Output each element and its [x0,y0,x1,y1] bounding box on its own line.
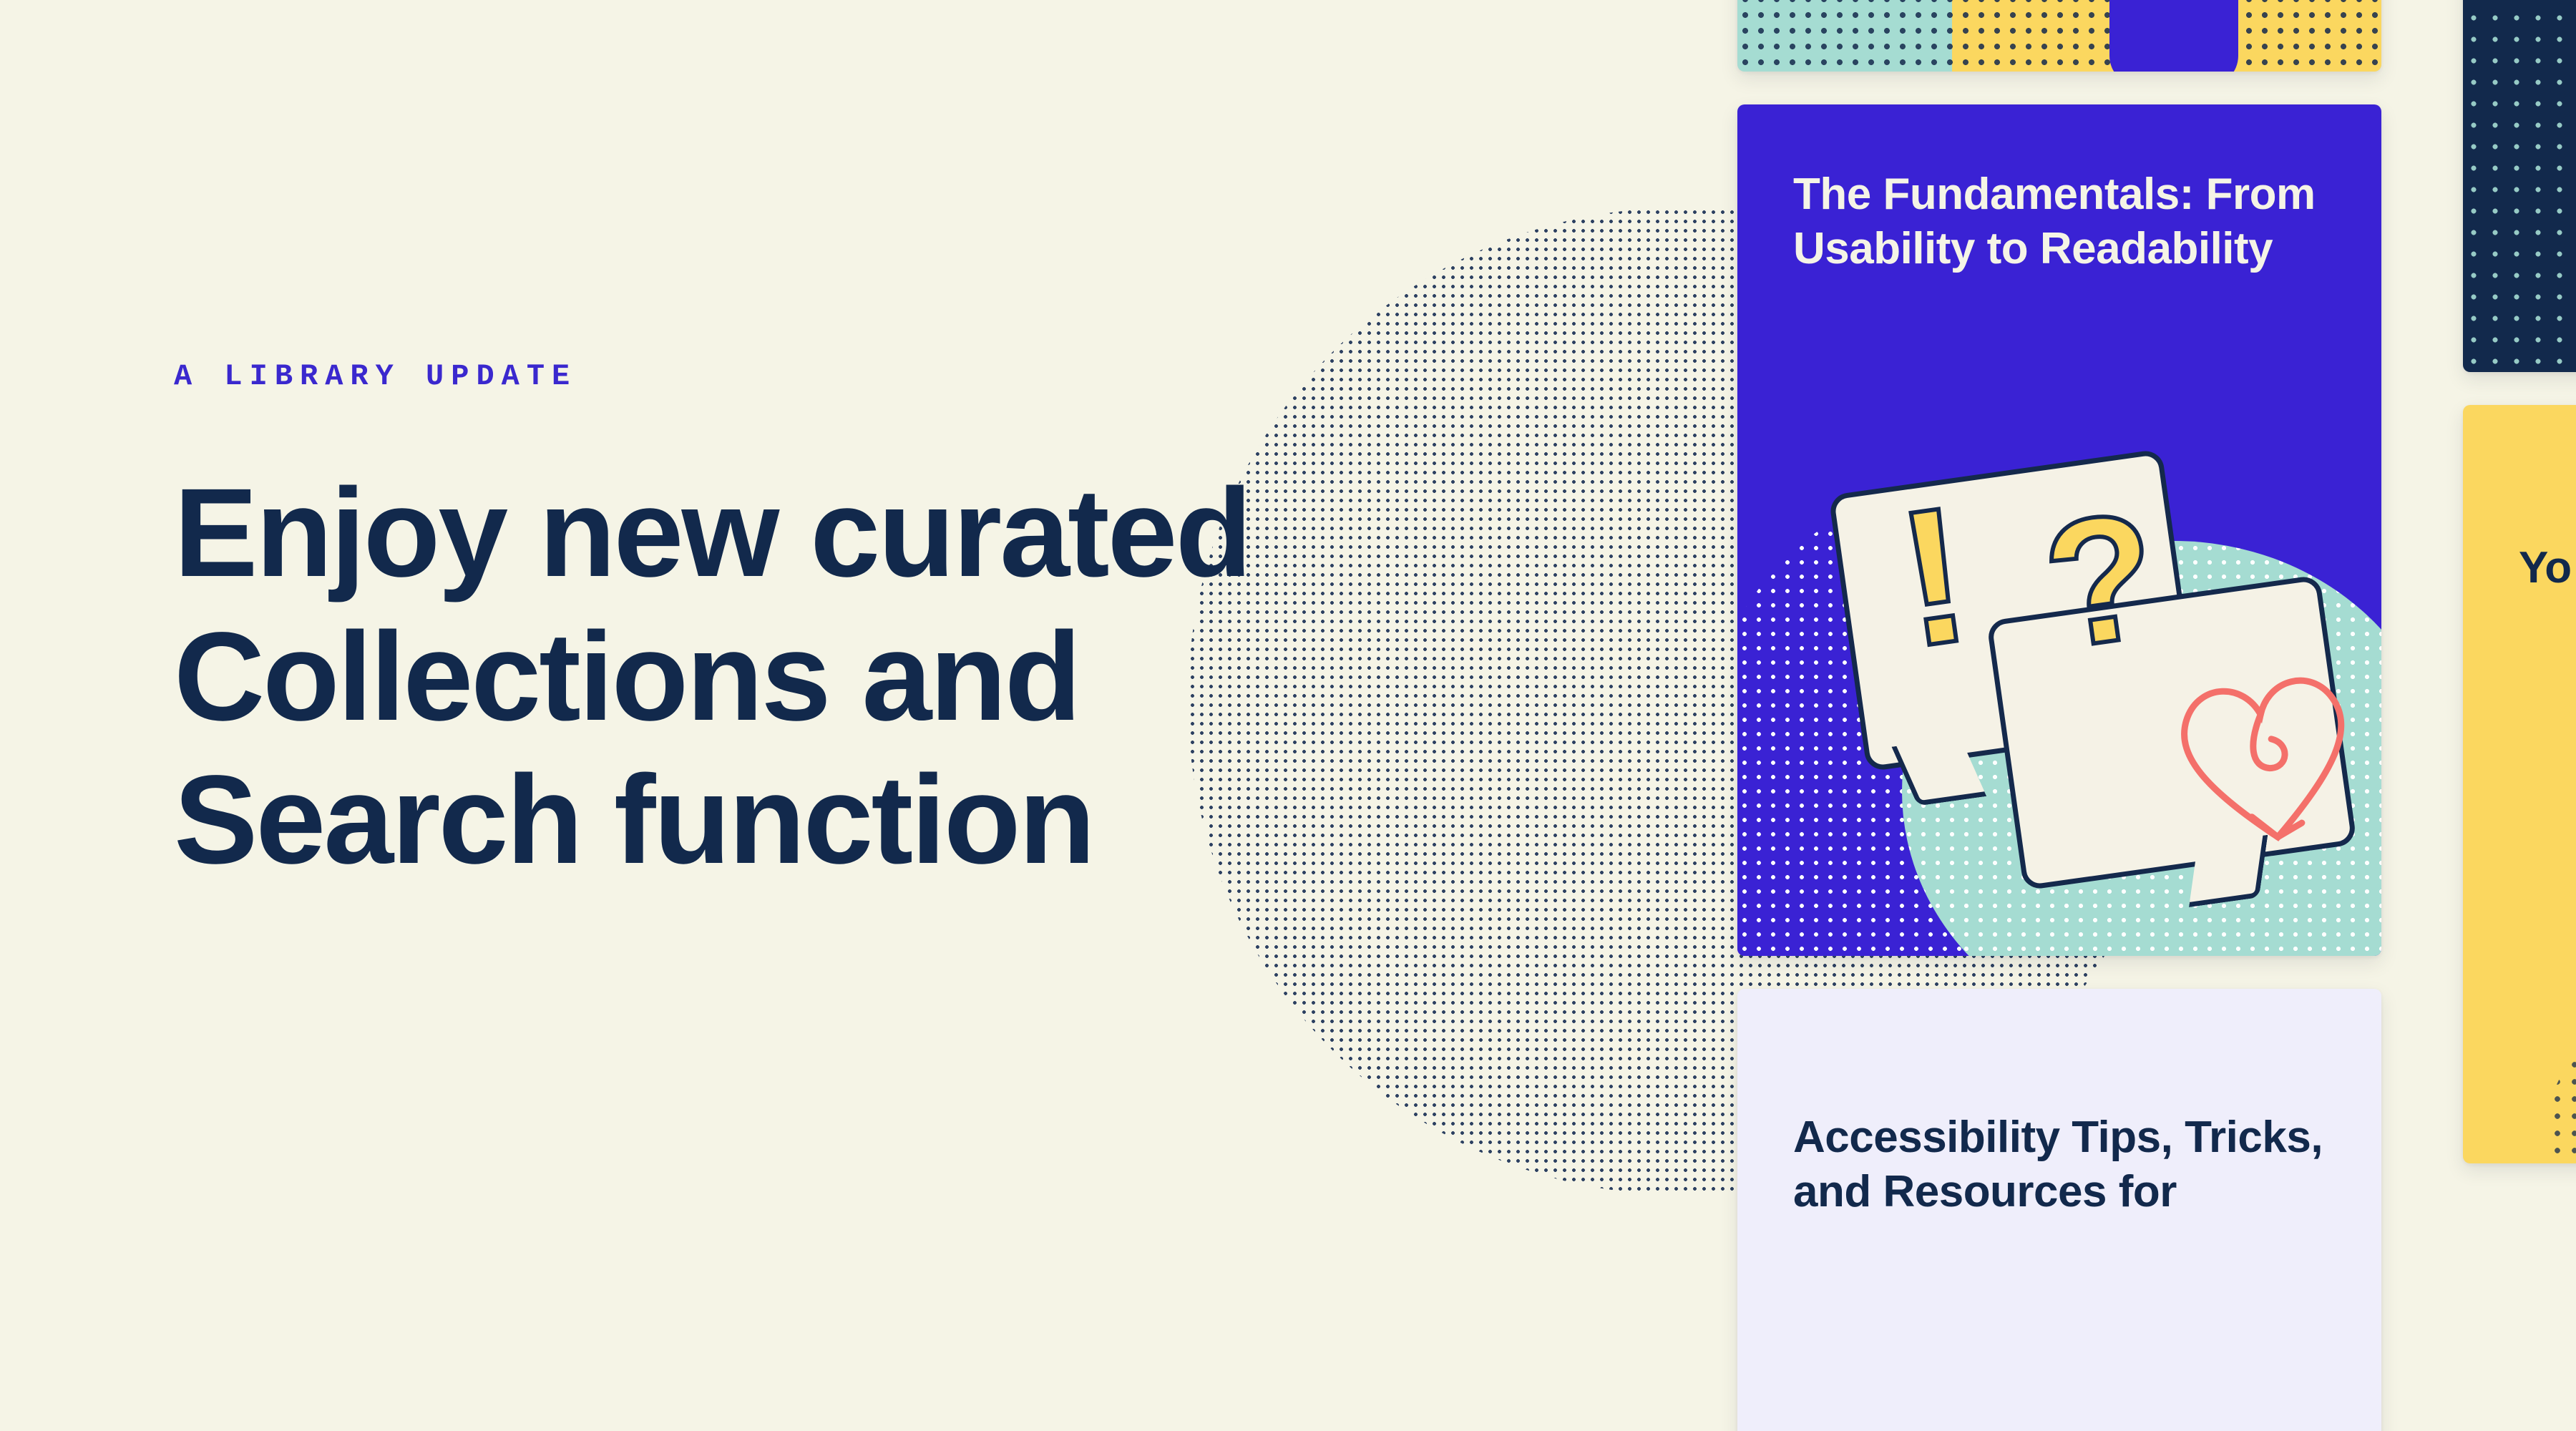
halftone-dots-overlay [2549,970,2576,1163]
headline-line-1: Enjoy new curated [174,463,1252,603]
page-title: Enjoy new curated Collections and Search… [174,461,1677,892]
heart-arrow-icon [2181,677,2345,841]
headline-line-3: Search function [174,750,1096,891]
hero-canvas: A LIBRARY UPDATE Enjoy new curated Colle… [0,0,2576,1431]
card-column-right: D in Yo B A In [2463,0,2576,1196]
accessibility-card[interactable]: Accessibility Tips, Tricks, and Resource… [1737,989,2381,1431]
hero-copy: A LIBRARY UPDATE Enjoy new curated Colle… [174,361,1677,892]
yellow-card[interactable]: Yo B A In [2463,405,2576,1163]
yellow-card-title: Yo B A In [2519,543,2576,592]
plant-pot-icon [2109,0,2238,72]
fundamentals-illustration: ! ? [1737,441,2381,956]
accessibility-card-title: Accessibility Tips, Tricks, and Resource… [1793,1113,2323,1216]
halftone-dots-overlay [1737,0,2381,72]
eyebrow-label: A LIBRARY UPDATE [174,359,577,394]
plant-card[interactable] [1737,0,2381,72]
navy-card[interactable]: D in [2463,0,2576,372]
fundamentals-card-title: The Fundamentals: From Usability to Read… [1793,170,2316,273]
headline-line-2: Collections and [174,606,1081,747]
fundamentals-card[interactable]: The Fundamentals: From Usability to Read… [1737,104,2381,956]
mint-halftone-dots-overlay [2463,0,2576,372]
card-column-middle: The Fundamentals: From Usability to Read… [1737,0,2381,1431]
